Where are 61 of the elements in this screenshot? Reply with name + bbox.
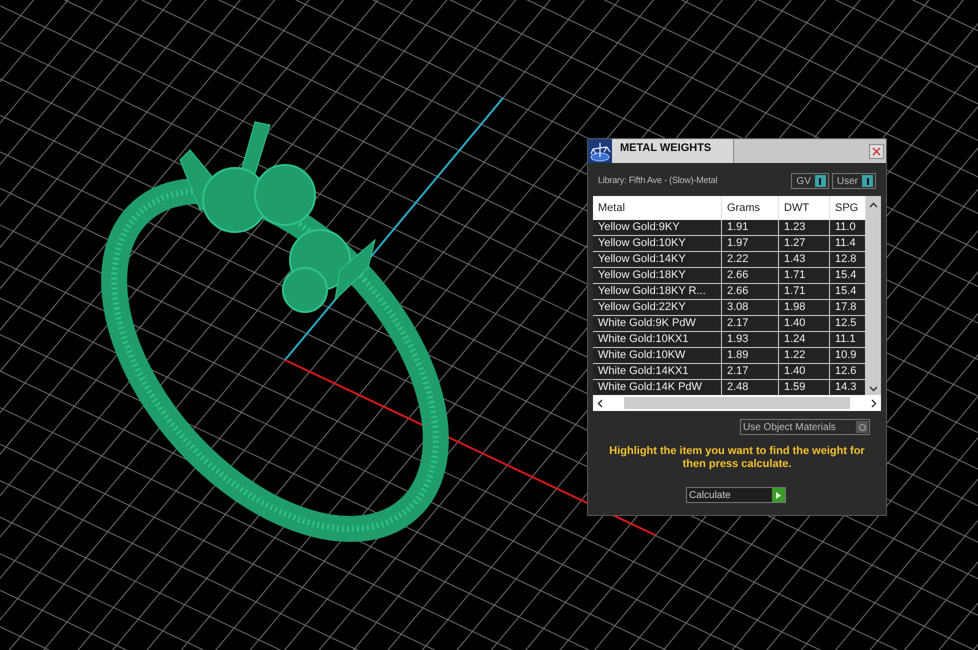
scroll-left-icon xyxy=(597,398,603,408)
table-cell: 1.23 xyxy=(779,220,830,235)
table-row[interactable]: White Gold:14KX1 2.17 1.40 12.6 xyxy=(593,364,866,380)
scale-icon xyxy=(588,139,612,163)
table-cell: 2.66 xyxy=(722,268,779,283)
toggle-knob-icon xyxy=(814,175,826,187)
radio-icon xyxy=(856,421,868,433)
table-cell: Yellow Gold:18KY R... xyxy=(593,284,722,299)
table-cell: 2.22 xyxy=(722,252,779,267)
table-cell: White Gold:9K PdW xyxy=(593,316,722,331)
play-icon xyxy=(772,488,785,502)
table-cell: Yellow Gold:22KY xyxy=(593,300,722,315)
calculate-button[interactable]: Calculate xyxy=(686,487,786,503)
toggle-knob-icon xyxy=(862,175,873,187)
table-cell: 2.66 xyxy=(722,284,779,299)
table-row[interactable]: Yellow Gold:18KY 2.66 1.71 15.4 xyxy=(593,268,866,284)
toggle-switch[interactable]: User xyxy=(832,173,876,189)
scroll-right-icon xyxy=(871,398,877,408)
table-row[interactable]: Yellow Gold:9KY 1.91 1.23 11.0 xyxy=(593,220,866,236)
table-row[interactable]: White Gold:14K PdW 2.48 1.59 14.3 xyxy=(593,380,866,395)
table-cell: Yellow Gold:10KY xyxy=(593,236,722,251)
table-cell: White Gold:14KX1 xyxy=(593,364,722,379)
table-cell: 1.89 xyxy=(722,348,779,363)
window-title: METAL WEIGHTS xyxy=(612,139,734,163)
instruction-text: Highlight the item you want to find the weight for then press calculate. xyxy=(608,445,866,471)
table-row[interactable]: Yellow Gold:10KY 1.97 1.27 11.4 xyxy=(593,236,866,252)
table-row[interactable]: White Gold:9K PdW 2.17 1.40 12.5 xyxy=(593,316,866,332)
table-cell: 3.08 xyxy=(722,300,779,315)
table-cell: 1.91 xyxy=(722,220,779,235)
table-cell: 1.71 xyxy=(779,268,830,283)
use-object-materials-toggle[interactable]: Use Object Materials xyxy=(740,419,870,435)
table-row[interactable]: Yellow Gold:14KY 2.22 1.43 12.8 xyxy=(593,252,866,268)
scroll-down-icon xyxy=(869,386,878,392)
table-cell: 1.24 xyxy=(779,332,830,347)
table-cell: Yellow Gold:18KY xyxy=(593,268,722,283)
table-cell: Yellow Gold:14KY xyxy=(593,252,722,267)
table-cell: 1.98 xyxy=(779,300,830,315)
table-cell: 1.71 xyxy=(779,284,830,299)
table-cell: 1.22 xyxy=(779,348,830,363)
table-cell: White Gold:10KX1 xyxy=(593,332,722,347)
table-cell: 1.40 xyxy=(779,316,830,331)
vertical-scrollbar[interactable] xyxy=(866,196,881,395)
table-cell: 1.40 xyxy=(779,364,830,379)
table-cell: White Gold:10KW xyxy=(593,348,722,363)
scroll-up-icon xyxy=(869,202,878,208)
close-button[interactable] xyxy=(869,144,884,158)
table-cell: 2.17 xyxy=(722,316,779,331)
table-cell: Yellow Gold:9KY xyxy=(593,220,722,235)
table-cell: 1.93 xyxy=(722,332,779,347)
table-row[interactable]: Yellow Gold:22KY 3.08 1.98 17.8 xyxy=(593,300,866,316)
table-cell: 1.97 xyxy=(722,236,779,251)
library-label: Library: Fifth Ave - (Slow)-Metal xyxy=(598,174,718,188)
close-icon xyxy=(872,146,881,156)
table-row[interactable]: White Gold:10KW 1.89 1.22 10.9 xyxy=(593,348,866,364)
table-cell: 2.17 xyxy=(722,364,779,379)
table-cell: 1.43 xyxy=(779,252,830,267)
toggle-switch[interactable]: GV xyxy=(791,173,829,189)
table-cell: 1.27 xyxy=(779,236,830,251)
scrollbar-thumb[interactable] xyxy=(624,397,850,409)
table-row[interactable]: White Gold:10KX1 1.93 1.24 11.1 xyxy=(593,332,866,348)
table-row[interactable]: Yellow Gold:18KY R... 2.66 1.71 15.4 xyxy=(593,284,866,300)
